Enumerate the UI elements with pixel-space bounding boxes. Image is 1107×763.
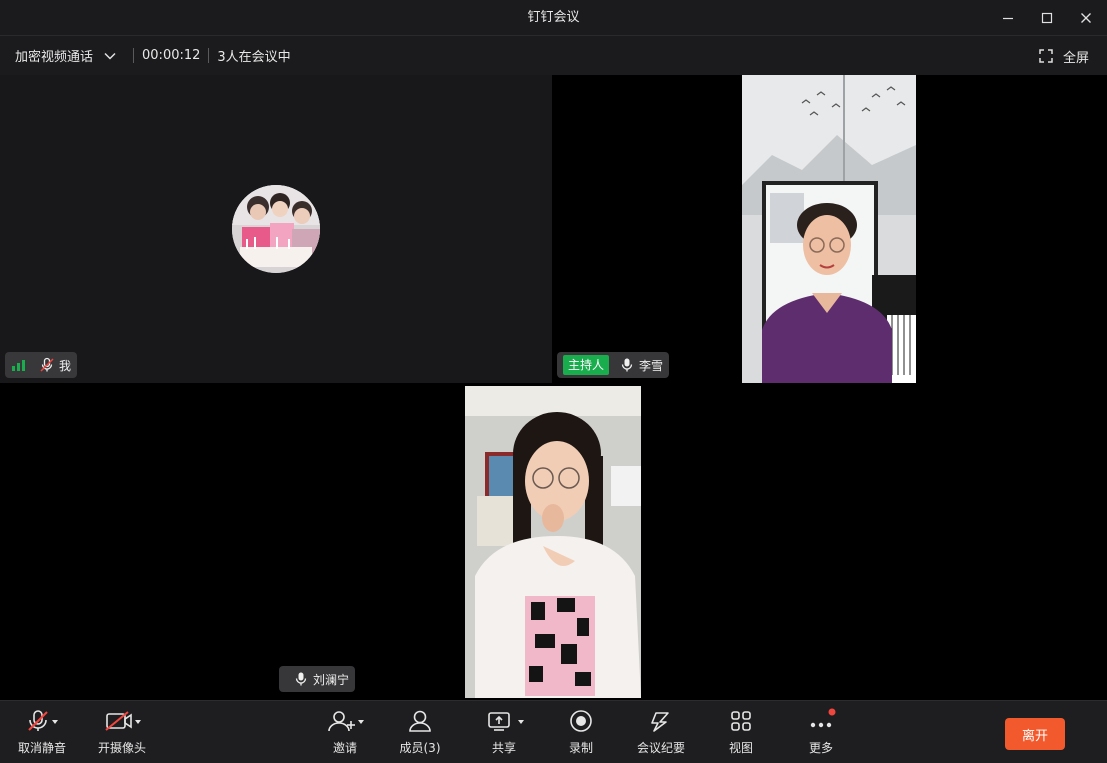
- members-label: 成员(3): [399, 741, 441, 755]
- members-button[interactable]: 成员(3): [395, 701, 445, 763]
- mic-icon: [295, 672, 307, 686]
- unmute-button[interactable]: 取消静音: [12, 701, 72, 763]
- leave-button[interactable]: 离开: [1005, 718, 1065, 750]
- camera-label: 开摄像头: [97, 741, 146, 755]
- ai-minutes-icon: [651, 712, 669, 732]
- video-tile-host[interactable]: 主持人 李雪: [553, 75, 1107, 383]
- invite-label: 邀请: [332, 741, 357, 755]
- maximize-button[interactable]: [1027, 0, 1067, 35]
- close-button[interactable]: [1066, 0, 1106, 35]
- host-video: [742, 75, 916, 383]
- unmute-label: 取消静音: [17, 741, 66, 755]
- title-bar: 钉钉会议: [0, 0, 1107, 35]
- divider: [208, 48, 210, 63]
- share-label: 共享: [491, 741, 516, 755]
- video-feed-icon: [465, 386, 641, 698]
- view-button[interactable]: 视图: [716, 701, 766, 763]
- avatar: [232, 185, 320, 273]
- minimize-button[interactable]: [988, 0, 1028, 35]
- camera-button[interactable]: 开摄像头: [92, 701, 152, 763]
- nameplate-participant: 刘澜宁: [279, 666, 356, 692]
- video-feed-icon: [742, 75, 916, 383]
- call-mode-label: 加密视频通话: [15, 50, 94, 65]
- fullscreen-icon: [1039, 49, 1053, 63]
- camera-off-icon: [105, 711, 141, 731]
- video-tile-participant[interactable]: 刘澜宁: [0, 384, 1107, 699]
- meeting-timer: 00:00:12: [142, 48, 201, 63]
- fullscreen-label: 全屏: [1062, 50, 1089, 66]
- more-label: 更多: [808, 741, 833, 755]
- meeting-toolbar: 取消静音 开摄像头 邀请 成员(3) 共享 录制 会议纪要 视图 更多 离开: [0, 700, 1107, 763]
- participant-name: 我: [59, 358, 72, 373]
- fullscreen-button[interactable]: 全屏: [1039, 36, 1089, 76]
- members-icon: [409, 710, 431, 732]
- minutes-label: 会议纪要: [636, 741, 685, 755]
- nameplate-host: 主持人 李雪: [557, 352, 670, 378]
- mic-muted-icon: [40, 357, 54, 372]
- view-label: 视图: [728, 741, 753, 755]
- more-button[interactable]: 更多: [796, 701, 846, 763]
- invite-button[interactable]: 邀请: [320, 701, 370, 763]
- share-button[interactable]: 共享: [482, 701, 526, 763]
- close-icon: [1081, 12, 1091, 23]
- record-button[interactable]: 录制: [556, 701, 606, 763]
- host-badge: 主持人: [563, 355, 610, 375]
- more-dots-icon: [810, 708, 836, 728]
- meeting-info-bar: 加密视频通话 00:00:12 3人在会议中 全屏: [0, 35, 1107, 75]
- participant-name: 李雪: [639, 358, 664, 373]
- video-tile-me[interactable]: 我: [0, 75, 552, 383]
- nameplate-me: 我: [5, 352, 78, 378]
- record-icon: [570, 710, 592, 732]
- signal-strength-icon: [12, 360, 25, 371]
- record-label: 录制: [568, 741, 593, 755]
- notification-dot-icon: [828, 708, 836, 716]
- avatar-photo-icon: [232, 185, 320, 273]
- share-screen-icon: [488, 712, 524, 731]
- add-user-icon: [328, 711, 364, 732]
- call-mode-dropdown[interactable]: [103, 49, 117, 63]
- mic-icon: [621, 358, 633, 372]
- grid-view-icon: [731, 711, 751, 731]
- mic-muted-icon: [28, 710, 58, 731]
- participant-count: 3人在会议中: [217, 50, 291, 65]
- window-title: 钉钉会议: [527, 10, 580, 25]
- chevron-down-icon: [104, 52, 116, 60]
- divider: [133, 48, 135, 63]
- minimize-icon: [1003, 17, 1013, 19]
- minutes-button[interactable]: 会议纪要: [631, 701, 691, 763]
- participant-name: 刘澜宁: [313, 672, 350, 687]
- participant-video: [465, 386, 641, 698]
- maximize-icon: [1041, 12, 1053, 23]
